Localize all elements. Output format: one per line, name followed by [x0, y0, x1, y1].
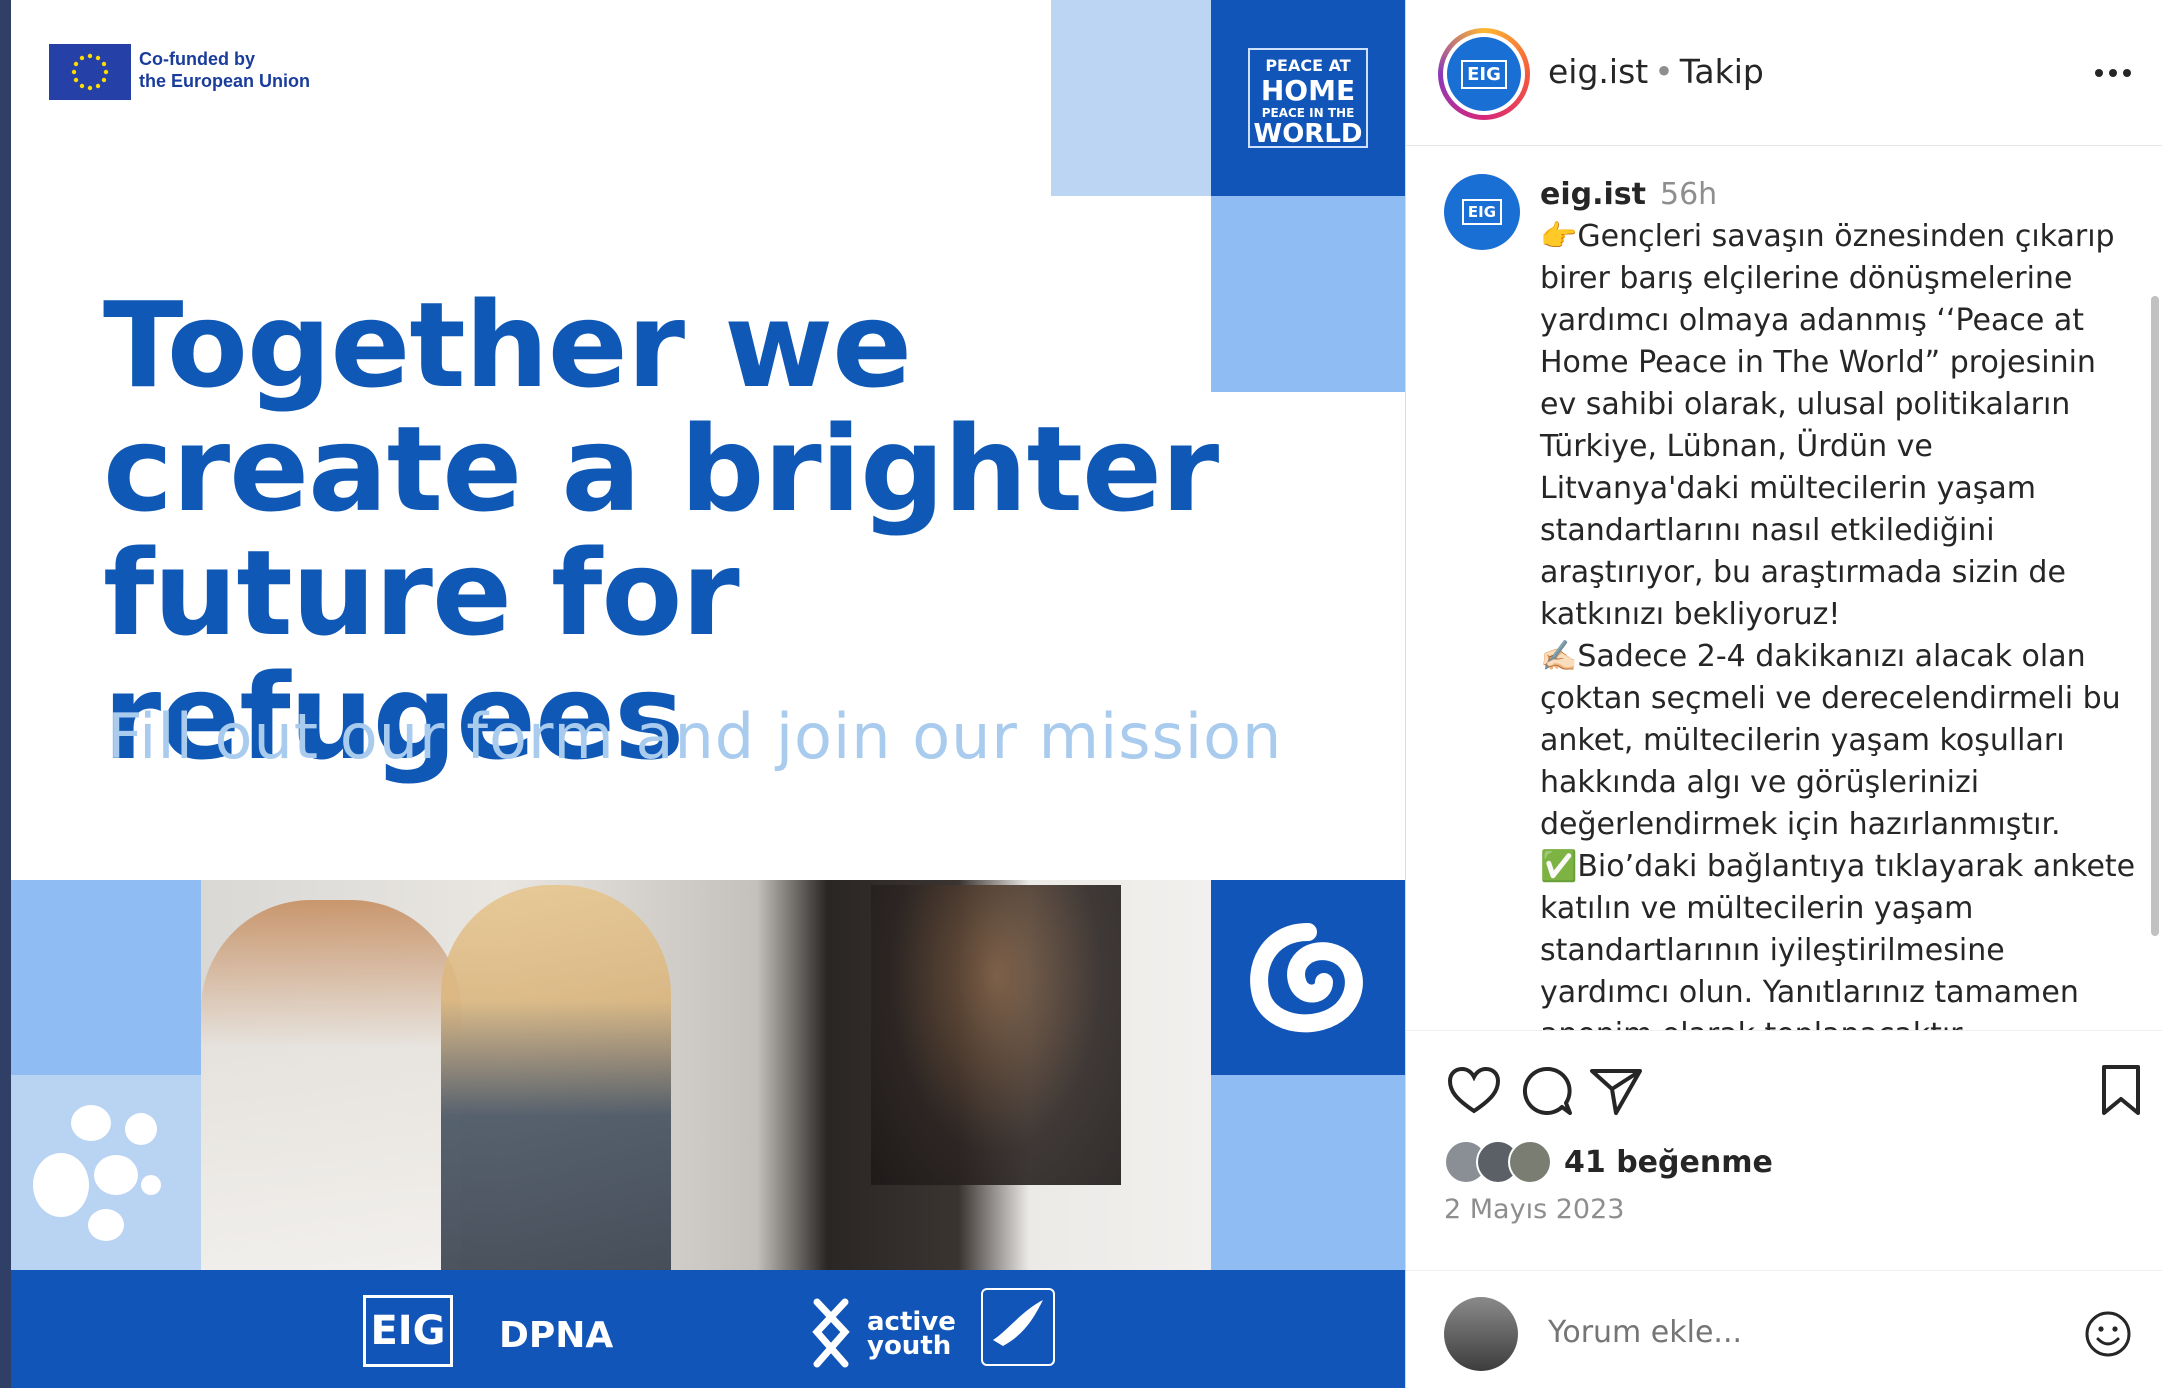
active-youth-line: youth	[867, 1331, 952, 1361]
caption-scrollbar[interactable]	[2151, 296, 2159, 936]
badge-line: PEACE AT	[1265, 56, 1351, 75]
post-subline: Fill out our form and join our mission	[107, 700, 1283, 773]
post-side-panel: EIG eig.ist • Takip EIG eig.ist 56h 👉Gençle…	[1405, 0, 2162, 1388]
eu-flag-icon	[49, 44, 131, 100]
photo-reflection	[871, 885, 1121, 1185]
likes-count[interactable]: 41 beğenme	[1564, 1145, 1773, 1180]
follow-button[interactable]: Takip	[1680, 52, 1764, 91]
dpna-label: DPNA	[499, 1315, 614, 1356]
caption-time: 56h	[1659, 177, 1718, 212]
eu-cofunded-text: Co-funded by the European Union	[139, 48, 310, 92]
profile-avatar[interactable]: EIG	[1438, 28, 1530, 120]
avatar-label: EIG	[1461, 199, 1503, 225]
comment-input[interactable]	[1548, 1315, 2028, 1350]
headline-line: create a brighter	[103, 400, 1219, 538]
peace-at-home-badge: PEACE AT HOME PEACE IN THE WORLD	[1211, 0, 1405, 196]
decor-square	[1051, 0, 1211, 196]
viewer-avatar	[1444, 1297, 1518, 1371]
liker-avatar	[1508, 1140, 1552, 1184]
likes-row[interactable]: 41 beğenme	[1444, 1140, 1773, 1184]
comment-bar	[1406, 1270, 2162, 1388]
heart-icon[interactable]	[1444, 1061, 1504, 1121]
post-date: 2 Mayıs 2023	[1444, 1194, 1625, 1225]
eu-line: Co-funded by	[139, 49, 255, 69]
decor-square	[1211, 1075, 1405, 1270]
caption-username[interactable]: eig.ist	[1540, 177, 1646, 212]
badge-line: HOME	[1260, 74, 1356, 107]
decor-dots-square	[11, 1075, 201, 1270]
active-youth-logo: active youth	[867, 1309, 956, 1361]
separator-dot: •	[1654, 52, 1674, 91]
dpna-partner-logo: DPNA	[499, 1315, 613, 1356]
header-user-line: eig.ist • Takip	[1548, 52, 1764, 91]
caption-text: eig.ist 56h 👉Gençleri savaşın öznesinden …	[1540, 174, 2140, 1030]
spiral-logo-icon	[1211, 880, 1405, 1075]
caption-avatar[interactable]: EIG	[1444, 174, 1520, 250]
active-youth-mark-icon	[809, 1298, 853, 1372]
send-icon[interactable]	[1586, 1061, 1646, 1121]
bookmark-icon[interactable]	[2096, 1061, 2156, 1121]
eig-partner-logo: EIG	[363, 1295, 453, 1367]
caption-area[interactable]: EIG eig.ist 56h 👉Gençleri savaşın öznesin…	[1406, 146, 2162, 1030]
post-image: PEACE AT HOME PEACE IN THE WORLD Co-fund…	[11, 0, 1405, 1388]
header-username[interactable]: eig.ist	[1548, 52, 1648, 91]
eu-line: the European Union	[139, 71, 310, 91]
emoji-icon[interactable]	[2083, 1309, 2133, 1364]
decor-square	[11, 880, 201, 1075]
headline-line: Together we	[103, 276, 912, 414]
comment-icon[interactable]	[1516, 1061, 1576, 1121]
avatar-label: EIG	[1461, 59, 1507, 89]
more-horizontal-icon[interactable]	[2093, 60, 2133, 79]
generations-peace-logo-icon	[981, 1288, 1055, 1366]
post-header: EIG eig.ist • Takip	[1406, 0, 2162, 146]
photo-person	[441, 885, 671, 1270]
photo-person	[201, 900, 461, 1270]
badge-line: WORLD	[1253, 119, 1363, 149]
partners-footer	[11, 1270, 1405, 1388]
badge-line: PEACE IN THE	[1261, 106, 1355, 120]
caption-body: 👉Gençleri savaşın öznesinden çıkarıp bir…	[1540, 219, 2136, 1030]
screenshot-frame: PEACE AT HOME PEACE IN THE WORLD Co-fund…	[0, 0, 2162, 1388]
